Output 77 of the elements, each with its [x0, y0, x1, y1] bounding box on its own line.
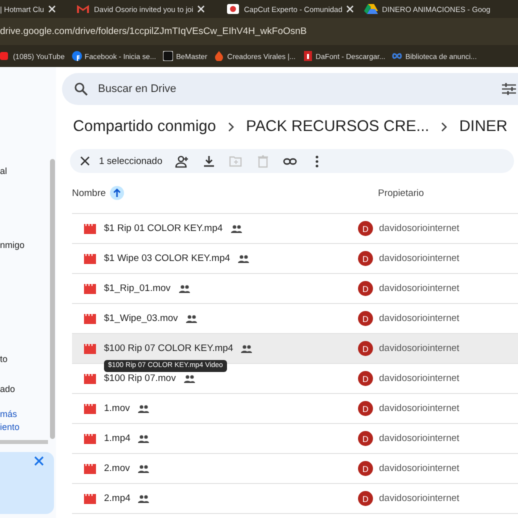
avatar: D	[358, 251, 373, 266]
owner-name: davidosoriointernet	[379, 493, 460, 504]
owner-name: davidosoriointernet	[379, 253, 460, 264]
file-row[interactable]: 1.mov D davidosoriointernet	[72, 394, 518, 424]
video-file-icon	[84, 284, 96, 294]
storage-bar	[0, 440, 48, 444]
file-row[interactable]: 2.mov D davidosoriointernet	[72, 454, 518, 484]
file-row[interactable]: 2.mp4 D davidosoriointernet	[72, 484, 518, 514]
sidebar-link[interactable]: más	[0, 408, 56, 421]
file-name: $1 Wipe 03 COLOR KEY.mp4	[104, 253, 230, 264]
video-file-icon	[84, 494, 96, 504]
video-file-icon	[84, 224, 96, 234]
file-name: $1_Rip_01.mov	[104, 283, 171, 294]
sidebar-item[interactable]: to	[0, 352, 56, 366]
owner-name: davidosoriointernet	[379, 463, 460, 474]
breadcrumb-item[interactable]: DINER	[459, 118, 508, 136]
video-file-icon	[84, 374, 96, 384]
sidebar-link[interactable]: iento	[0, 421, 56, 434]
file-row[interactable]: $1 Wipe 03 COLOR KEY.mp4 D davidosoriointernet	[72, 244, 518, 274]
file-row[interactable]: 1.mp4 D davidosoriointernet	[72, 424, 518, 454]
sidebar-item[interactable]: nmigo	[0, 238, 56, 252]
owner-name: davidosoriointernet	[379, 403, 460, 414]
owner-name: davidosoriointernet	[379, 373, 460, 384]
download-icon[interactable]	[202, 154, 216, 168]
search-bar[interactable]: Buscar en Drive	[62, 73, 518, 105]
avatar: D	[358, 311, 373, 326]
file-name: $1 Rip 01 COLOR KEY.mp4	[104, 223, 223, 234]
filter-icon[interactable]	[502, 83, 516, 95]
video-file-icon	[84, 434, 96, 444]
video-file-icon	[84, 344, 96, 354]
avatar: D	[358, 371, 373, 386]
file-name: 1.mp4	[104, 433, 130, 444]
breadcrumb-item[interactable]: Compartido conmigo	[73, 118, 216, 136]
chevron-icon	[227, 121, 236, 133]
owner-name: davidosoriointernet	[379, 283, 460, 294]
breadcrumb-item[interactable]: PACK RECURSOS CRE...	[246, 118, 430, 136]
file-name: 2.mov	[104, 463, 130, 474]
avatar: D	[358, 341, 373, 356]
owner-name: davidosoriointernet	[379, 223, 460, 234]
file-row[interactable]: $1 Rip 01 COLOR KEY.mp4 D davidosoriointernet	[72, 214, 518, 244]
file-row[interactable]: $1_Rip_01.mov D davidosoriointernet	[72, 274, 518, 304]
column-header[interactable]: Nombre	[72, 188, 106, 198]
file-name: 2.mp4	[104, 493, 130, 504]
video-file-icon	[84, 314, 96, 324]
mail-icon	[76, 3, 90, 15]
page-icon	[302, 51, 313, 61]
owner-name: davidosoriointernet	[379, 433, 460, 444]
video-file-icon	[84, 464, 96, 474]
sidebar-item[interactable]: al	[0, 164, 56, 178]
chevron-icon	[440, 121, 448, 133]
owner-name: davidosoriointernet	[379, 343, 460, 354]
search-icon	[74, 82, 88, 96]
column-header[interactable]: Propietario	[378, 188, 424, 198]
file-name: $1_Wipe_03.mov	[104, 313, 178, 324]
drive-icon	[364, 3, 378, 15]
search-field[interactable]: Buscar en Drive	[96, 82, 494, 96]
avatar: D	[358, 491, 373, 506]
avatar: D	[358, 461, 373, 476]
video-file-icon	[84, 254, 96, 264]
site-icon	[226, 3, 240, 15]
avatar: D	[358, 431, 373, 446]
avatar: D	[358, 281, 373, 296]
sidebar-item[interactable]: ado	[0, 382, 56, 396]
owner-name: davidosoriointernet	[379, 313, 460, 324]
file-name: $100 Rip 07 COLOR KEY.mp4	[104, 343, 234, 354]
video-file-icon	[84, 404, 96, 414]
file-name: 1.mov	[104, 403, 130, 414]
file-name: $100 Rip 07.mov	[104, 373, 176, 384]
avatar: D	[358, 221, 373, 236]
avatar: D	[358, 401, 373, 416]
flame-icon	[214, 51, 224, 61]
facebook-icon	[72, 51, 82, 61]
add-person-icon[interactable]	[175, 154, 190, 168]
play-icon	[0, 51, 10, 61]
selection-count: 1 seleccionado	[99, 156, 162, 166]
infinity-icon	[392, 51, 402, 61]
close-icon[interactable]	[80, 156, 90, 166]
